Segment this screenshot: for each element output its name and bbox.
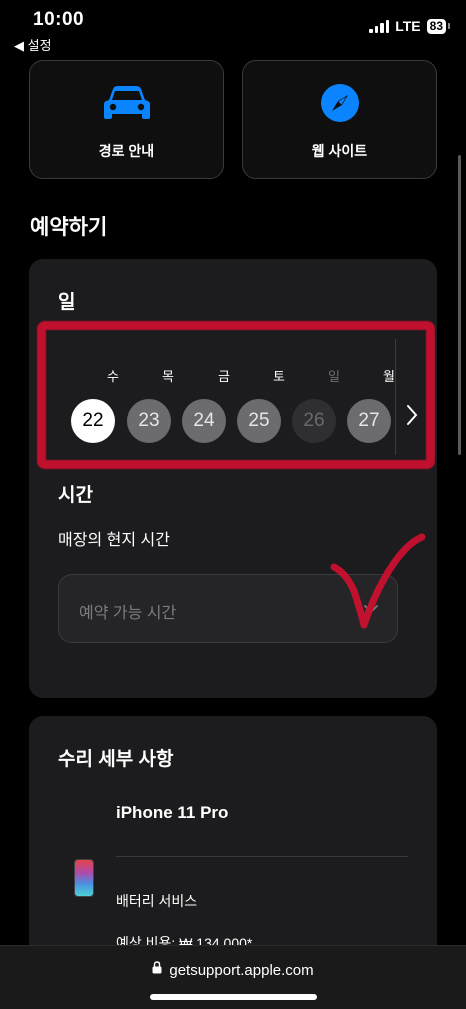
scroll-indicator (458, 155, 461, 455)
home-indicator[interactable] (150, 994, 317, 1000)
section-title: 예약하기 (30, 216, 108, 239)
network-type: LTE (395, 18, 421, 34)
url-text: getsupport.apple.com (169, 961, 314, 979)
chevron-down-icon (363, 601, 379, 619)
website-label: 웹 사이트 (311, 143, 368, 159)
website-button[interactable]: 웹 사이트 (242, 60, 437, 179)
weekday-label: 목 (162, 369, 174, 384)
date-option[interactable]: 27 (347, 399, 391, 443)
car-icon (103, 83, 151, 123)
date-option[interactable]: 25 (237, 399, 281, 443)
time-select-placeholder: 예약 가능 시간 (79, 605, 177, 622)
signal-icon (369, 19, 390, 33)
date-option[interactable]: 23 (127, 399, 171, 443)
local-time-label: 매장의 현지 시간 (58, 532, 170, 549)
directions-label: 경로 안내 (98, 143, 155, 159)
service-name: 배터리 서비스 (116, 893, 198, 909)
directions-button[interactable]: 경로 안내 (29, 60, 224, 179)
strip-divider (395, 339, 396, 455)
date-option-disabled: 26 (292, 399, 336, 443)
time-heading: 시간 (58, 485, 93, 506)
status-time: 10:00 (33, 9, 85, 30)
status-indicators: LTE 83 (369, 18, 451, 34)
repair-details-title: 수리 세부 사항 (58, 749, 174, 770)
weekday-label: 월 (383, 369, 395, 384)
lock-icon (152, 961, 162, 979)
url-field[interactable]: getsupport.apple.com (0, 961, 466, 979)
battery-icon: 83 (426, 18, 451, 34)
weekday-label: 일 (328, 369, 340, 384)
date-option-selected[interactable]: 22 (71, 399, 115, 443)
divider (116, 856, 408, 857)
browser-address-bar[interactable]: getsupport.apple.com (0, 945, 466, 1009)
iphone-thumbnail-icon (74, 859, 94, 897)
weekday-label: 수 (107, 369, 119, 384)
date-picker: 수 목 금 토 일 월 22 23 24 25 26 27 (49, 339, 422, 455)
status-bar: 10:00 ◀ 설정 LTE 83 (0, 0, 466, 56)
time-select[interactable]: 예약 가능 시간 (58, 574, 398, 643)
compass-icon (320, 83, 360, 123)
date-option[interactable]: 24 (182, 399, 226, 443)
device-name: iPhone 11 Pro (116, 803, 229, 822)
weekday-label: 토 (273, 369, 285, 384)
weekday-label: 금 (218, 369, 230, 384)
next-dates-chevron-icon[interactable] (401, 401, 423, 429)
booking-card: 일 수 목 금 토 일 월 22 23 24 25 26 27 시간 매장의 현… (29, 259, 437, 698)
back-to-settings-link[interactable]: ◀ 설정 (14, 35, 52, 54)
day-heading: 일 (58, 292, 76, 313)
